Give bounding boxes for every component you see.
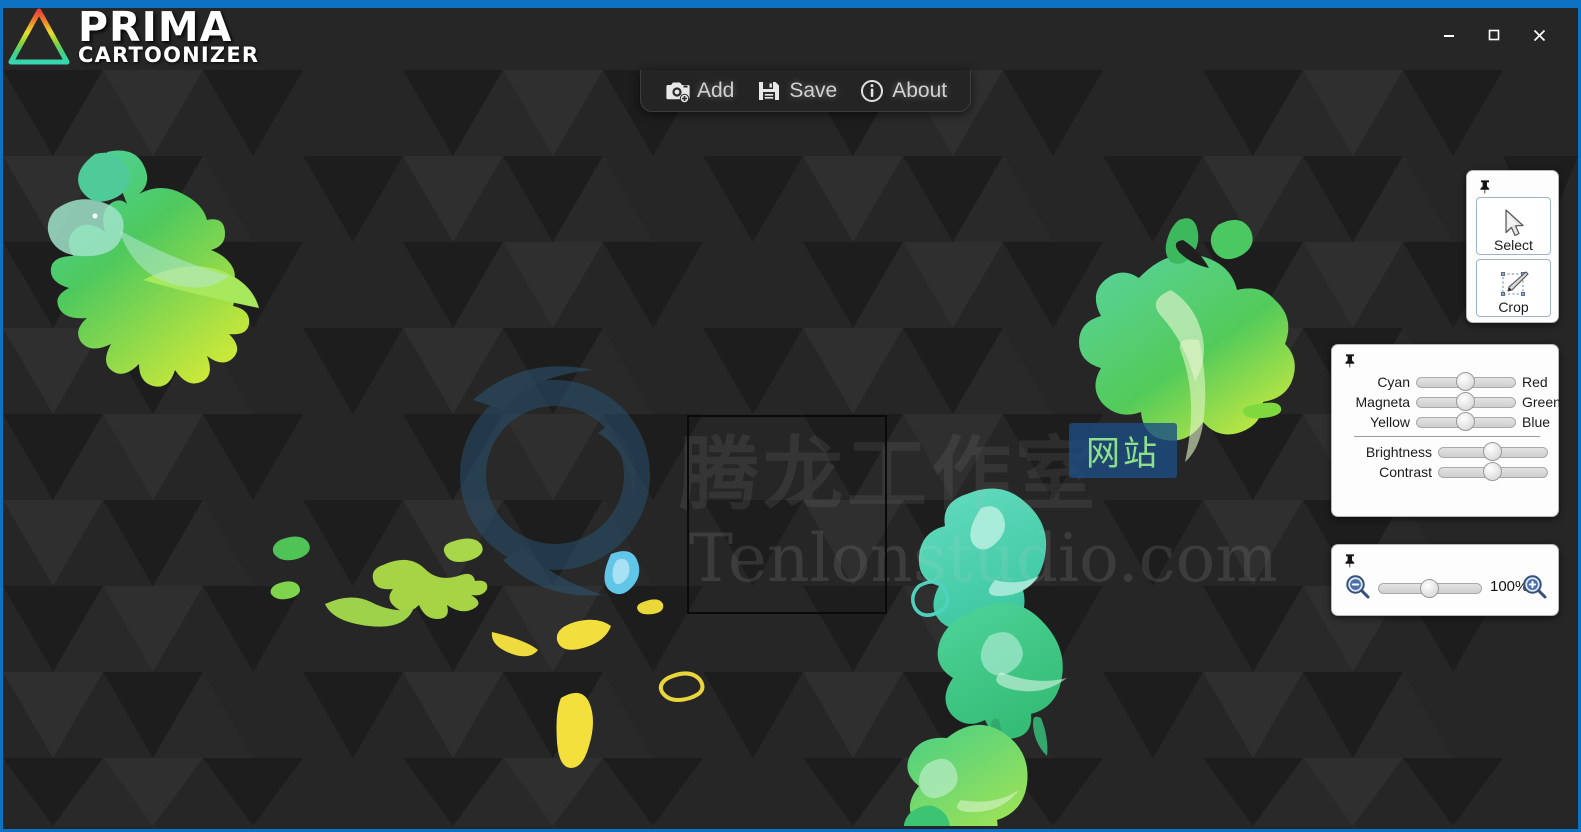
cyan-label: Cyan	[1377, 374, 1410, 390]
app-logo: PRIMA CARTOONIZER	[8, 3, 260, 68]
zoom-slider-thumb[interactable]	[1420, 578, 1439, 598]
image-website-badge: 网站	[1069, 423, 1177, 478]
zoom-panel: 100%	[1331, 544, 1559, 616]
window-accent-bar	[3, 0, 1581, 8]
contrast-label: Contrast	[1379, 464, 1432, 480]
about-button-label: About	[892, 78, 948, 102]
crop-tool-button[interactable]: Crop	[1476, 259, 1551, 317]
cursor-arrow-icon	[1504, 209, 1524, 237]
tools-panel: Select Crop	[1466, 170, 1559, 323]
contrast-slider[interactable]	[1438, 462, 1548, 481]
app-name: PRIMA	[78, 3, 233, 52]
minimize-button[interactable]	[1427, 20, 1471, 50]
add-button[interactable]: Add	[655, 77, 743, 105]
color-panel-divider	[1354, 436, 1540, 437]
magenta-green-slider-thumb[interactable]	[1456, 392, 1475, 411]
about-button[interactable]: About	[850, 77, 956, 105]
image-website-badge-label: 网站	[1086, 434, 1160, 474]
cyan-red-slider-row: Cyan Red	[1338, 372, 1566, 392]
brightness-label: Brightness	[1365, 444, 1432, 460]
yellow-blue-slider-thumb[interactable]	[1456, 412, 1475, 431]
pin-icon[interactable]	[1342, 552, 1358, 568]
crop-selection-rectangle[interactable]	[687, 415, 887, 614]
cyan-red-slider[interactable]	[1416, 372, 1516, 391]
brightness-slider[interactable]	[1438, 442, 1548, 461]
green-label: Green	[1522, 394, 1561, 410]
zoom-slider[interactable]	[1378, 578, 1482, 598]
red-label: Red	[1522, 374, 1548, 390]
app-subtitle: CARTOONIZER	[78, 43, 260, 68]
contrast-slider-thumb[interactable]	[1483, 462, 1502, 481]
floppy-disk-icon	[759, 81, 780, 100]
save-button-label: Save	[789, 78, 838, 102]
yellow-label: Yellow	[1370, 414, 1410, 430]
blue-label: Blue	[1522, 414, 1551, 430]
maximize-button[interactable]	[1472, 20, 1516, 50]
crop-pen-icon	[1500, 271, 1528, 296]
color-adjust-panel: Cyan Red Magneta Green Yellow Blue Brigh…	[1331, 344, 1561, 517]
magenta-label: Magneta	[1355, 394, 1410, 410]
select-tool-label: Select	[1494, 237, 1533, 253]
close-icon	[1533, 29, 1545, 41]
yellow-blue-slider[interactable]	[1416, 412, 1516, 431]
magenta-green-slider[interactable]	[1416, 392, 1516, 411]
pin-icon[interactable]	[1477, 178, 1493, 194]
save-button[interactable]: Save	[747, 77, 846, 105]
camera-add-icon	[666, 82, 690, 103]
magnifier-plus-icon[interactable]	[1522, 574, 1548, 600]
crop-tool-label: Crop	[1498, 299, 1529, 315]
contrast-slider-row: Contrast	[1332, 462, 1548, 482]
application-window: PRIMA CARTOONIZER 网站 Add Save About Sele…	[0, 0, 1581, 832]
cyan-red-slider-thumb[interactable]	[1456, 372, 1475, 391]
brightness-slider-thumb[interactable]	[1483, 442, 1502, 461]
add-button-label: Add	[697, 78, 735, 102]
minimize-icon	[1444, 35, 1454, 37]
close-button[interactable]	[1517, 20, 1561, 50]
main-toolbar: Add Save About	[640, 70, 972, 112]
prism-triangle-icon	[8, 8, 70, 66]
yellow-blue-slider-row: Yellow Blue	[1338, 412, 1566, 432]
info-circle-icon	[861, 79, 884, 102]
magnifier-minus-icon[interactable]	[1345, 574, 1371, 600]
select-tool-button[interactable]: Select	[1476, 197, 1551, 255]
title-bar: PRIMA CARTOONIZER	[3, 3, 1578, 70]
brightness-slider-row: Brightness	[1332, 442, 1548, 462]
maximize-icon	[1488, 29, 1500, 41]
magenta-green-slider-row: Magneta Green	[1338, 392, 1566, 412]
pin-icon[interactable]	[1342, 352, 1358, 368]
